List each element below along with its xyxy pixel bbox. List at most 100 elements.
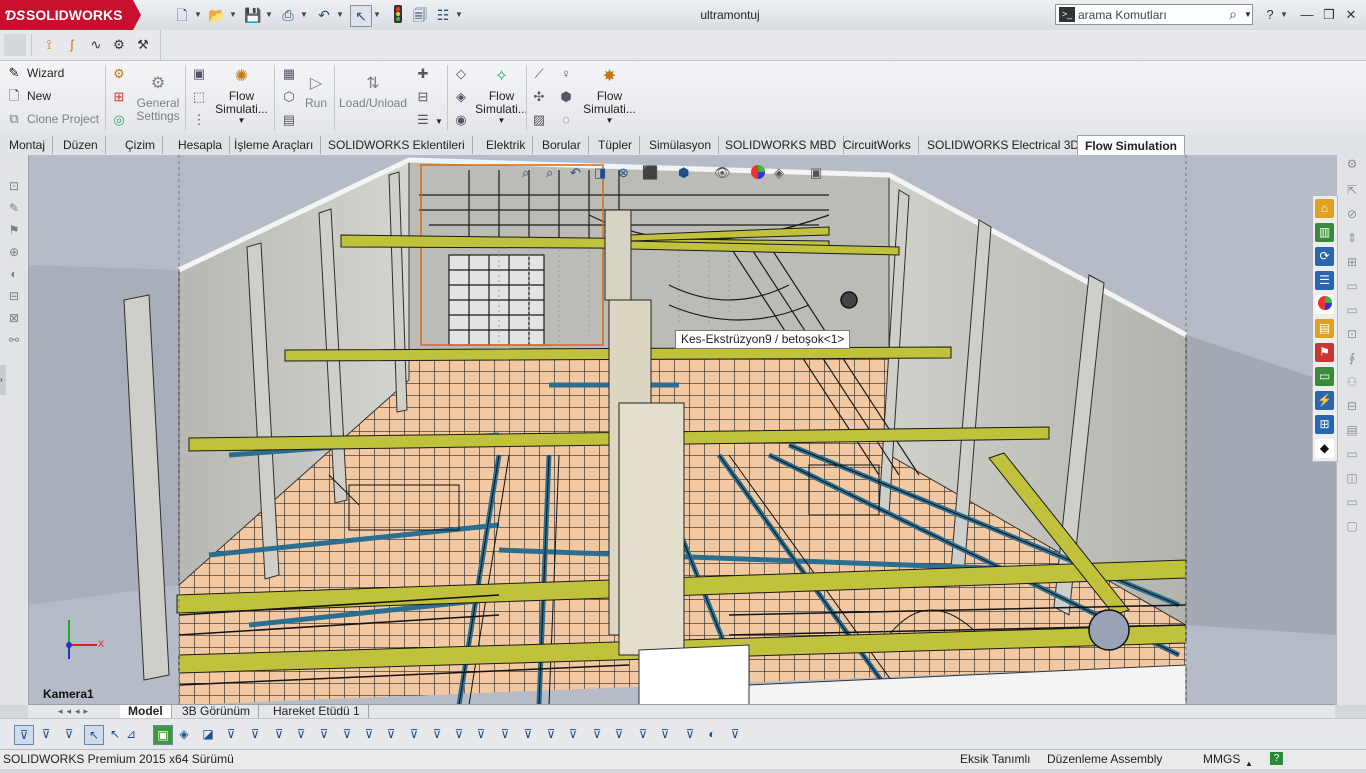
circuitworks-pane-icon[interactable]: ⊞ [1315,415,1334,434]
filter-edges-icon[interactable]: ▣ [153,725,173,745]
dynamic-annotation-icon[interactable]: ⊗ [618,164,636,182]
wizard-button[interactable]: ✎ Wizard [6,62,65,84]
flow-simulation-tools-button[interactable]: ✸ Flow Simulati... ▼ [582,66,637,126]
filter-datum-icon[interactable]: ⊽ [382,725,400,743]
tips-icon[interactable]: ♀ [557,65,575,83]
filter-settings-icon[interactable]: ⊽ [37,725,55,743]
panel-icon[interactable]: ⚙ [1343,155,1361,173]
filter-balloons-icon[interactable]: ⊽ [450,725,468,743]
panel-icon[interactable]: ◫ [1343,469,1361,487]
tab-borular[interactable]: Borular [535,136,589,154]
filter-centerlines-icon[interactable]: ⊽ [542,725,560,743]
feature-tree-icon[interactable]: ⊡ [5,177,23,195]
minimize-icon[interactable]: — [1296,5,1318,25]
general-settings-button[interactable]: ⚙ General Settings [134,73,182,123]
filter-toggle-icon[interactable]: ⊽ [14,725,34,745]
chip-library-icon[interactable]: ◆ [1315,439,1334,458]
print-dropdown-icon[interactable]: ▼ [300,5,308,25]
filter-axes-icon[interactable]: ⊽ [222,725,240,743]
help-question-icon[interactable]: ? [1270,752,1283,765]
help-dropdown-icon[interactable]: ▼ [1280,5,1288,25]
filter-center-marks-icon[interactable]: ⊽ [519,725,537,743]
viewport-tile-right-icon[interactable]: ◨ [1241,155,1259,157]
new-file-icon[interactable]: 🗋 [172,5,192,25]
flow-trajectories-icon[interactable]: ✣ [530,88,548,106]
boundary-condition-icon[interactable]: ⊞ [110,88,128,106]
solidworks-forum-icon[interactable]: ⚑ [1315,343,1334,362]
magnifier-icon[interactable]: ⌕ [1224,5,1242,24]
flex-route-icon[interactable]: ∿ [87,36,105,54]
view-settings-icon[interactable]: ▣ [810,164,828,182]
filter-extra-icon[interactable]: ⊽ [726,725,744,743]
tab-flow-simulation[interactable]: Flow Simulation [1077,135,1185,156]
bottom-tab-hareket-etüdü-1[interactable]: Hareket Etüdü 1 [265,705,369,718]
dropdown-arrow-icon[interactable]: ▼ [214,116,269,126]
tab-scroll-arrows-icon[interactable]: ◂◂◂▸ [58,705,128,718]
search-input[interactable] [1078,6,1226,23]
filter-planes-icon[interactable]: ⊽ [246,725,264,743]
hide-show-items-icon[interactable]: 👁 [714,164,732,182]
tab-elektrik[interactable]: Elektrik [479,136,534,154]
surface-plot-icon[interactable]: ◈ [452,88,470,106]
tab-simülasyon[interactable]: Simülasyon [642,136,720,154]
panel-collapse-handle[interactable]: › [0,365,6,395]
filter-surface-finish-icon[interactable]: ⊽ [428,725,446,743]
section-view-icon[interactable]: ◨ [594,164,612,182]
select-dropdown-icon[interactable]: ▼ [373,5,381,25]
panel-icon[interactable]: ▭ [1343,493,1361,511]
filter-surface-icon[interactable]: ◪ [199,725,217,743]
new-dropdown-icon[interactable]: ▼ [194,5,202,25]
tab-solidworks-eklentileri[interactable]: SOLIDWORKS Eklentileri [321,136,473,154]
parameters-icon[interactable]: ◌ [557,111,575,129]
save-icon[interactable]: 💾 [243,5,263,25]
open-dropdown-icon[interactable]: ▼ [229,5,237,25]
probe-icon[interactable]: ✚ [414,65,432,83]
search-dropdown-icon[interactable]: ▼ [1243,5,1253,24]
tab-circuitworks[interactable]: CircuitWorks [836,136,919,154]
electrical-pane-icon[interactable]: ⚡ [1315,391,1334,410]
report-icon[interactable]: ▨ [530,111,548,129]
panel-icon[interactable]: ∮ [1343,349,1361,367]
view-palette-icon[interactable]: ☰ [1315,271,1334,290]
local-mesh-icon[interactable]: ⬡ [280,88,298,106]
apply-scene-icon[interactable]: ◈ [774,164,792,182]
rebuild-traffic-light-icon[interactable] [388,5,408,25]
run-button[interactable]: ▷ Run [302,73,330,110]
viewport-tile-left-icon[interactable]: ◧ [1218,155,1236,157]
global-mesh-icon[interactable]: ▦ [280,65,298,83]
tab-solidworks-electrical-3d[interactable]: SOLIDWORKS Electrical 3D [920,136,1088,154]
filter-hatch-icon[interactable]: ⊽ [564,725,582,743]
flow-simulation-pane-icon[interactable]: ▭ [1315,367,1334,386]
appearances-icon[interactable] [1315,295,1334,314]
flow-simulation-features-button[interactable]: ✺ Flow Simulati... ▼ [214,66,269,126]
edit-appearance-icon[interactable] [750,164,768,182]
fluid-subdomain-icon[interactable]: ⬚ [190,88,208,106]
filter-weld-icon[interactable]: ⊽ [360,725,378,743]
design-library-icon[interactable]: ▥ [1315,223,1334,242]
tab-hesapla[interactable]: Hesapla [171,136,231,154]
tab-solidworks-mbd[interactable]: SOLIDWORKS MBD [718,136,845,154]
filter-bom-icon[interactable]: ⊽ [681,725,699,743]
panel-icon[interactable]: ▭ [1343,445,1361,463]
dropdown-arrow-icon[interactable]: ▼ [474,116,529,126]
tab-tüpler[interactable]: Tüpler [591,136,641,154]
simulation-tree-icon[interactable]: ⊠ [5,309,23,327]
options-icon[interactable]: ☷ [433,5,453,25]
filter-clear-icon[interactable]: ⊽ [60,725,78,743]
zoom-to-fit-icon[interactable]: ⌕ [522,164,540,182]
bottom-tab-model[interactable]: Model [120,705,172,718]
panel-icon[interactable]: ▢ [1343,517,1361,535]
undo-icon[interactable]: ↶ [314,5,334,25]
tab-i-şleme-araçları[interactable]: İşleme Araçları [227,136,322,154]
fitting-icon[interactable]: ⚙ [110,36,128,54]
filter-geom-tol-icon[interactable]: ⊽ [405,725,423,743]
electrical-tree-icon[interactable]: ⚯ [5,331,23,349]
new-project-button[interactable]: 🗋 New [6,85,51,107]
open-folder-icon[interactable]: 📂 [207,5,227,25]
filter-faces-icon[interactable]: ◈ [175,725,193,743]
cut-plot-icon[interactable]: ◇ [452,65,470,83]
print-icon[interactable]: ⎙ [278,5,298,25]
filter-appearance-icon[interactable]: ◐ [703,725,721,743]
filter-routing-icon[interactable]: ⊽ [588,725,606,743]
clone-project-button[interactable]: ⧉ Clone Project [6,108,99,130]
